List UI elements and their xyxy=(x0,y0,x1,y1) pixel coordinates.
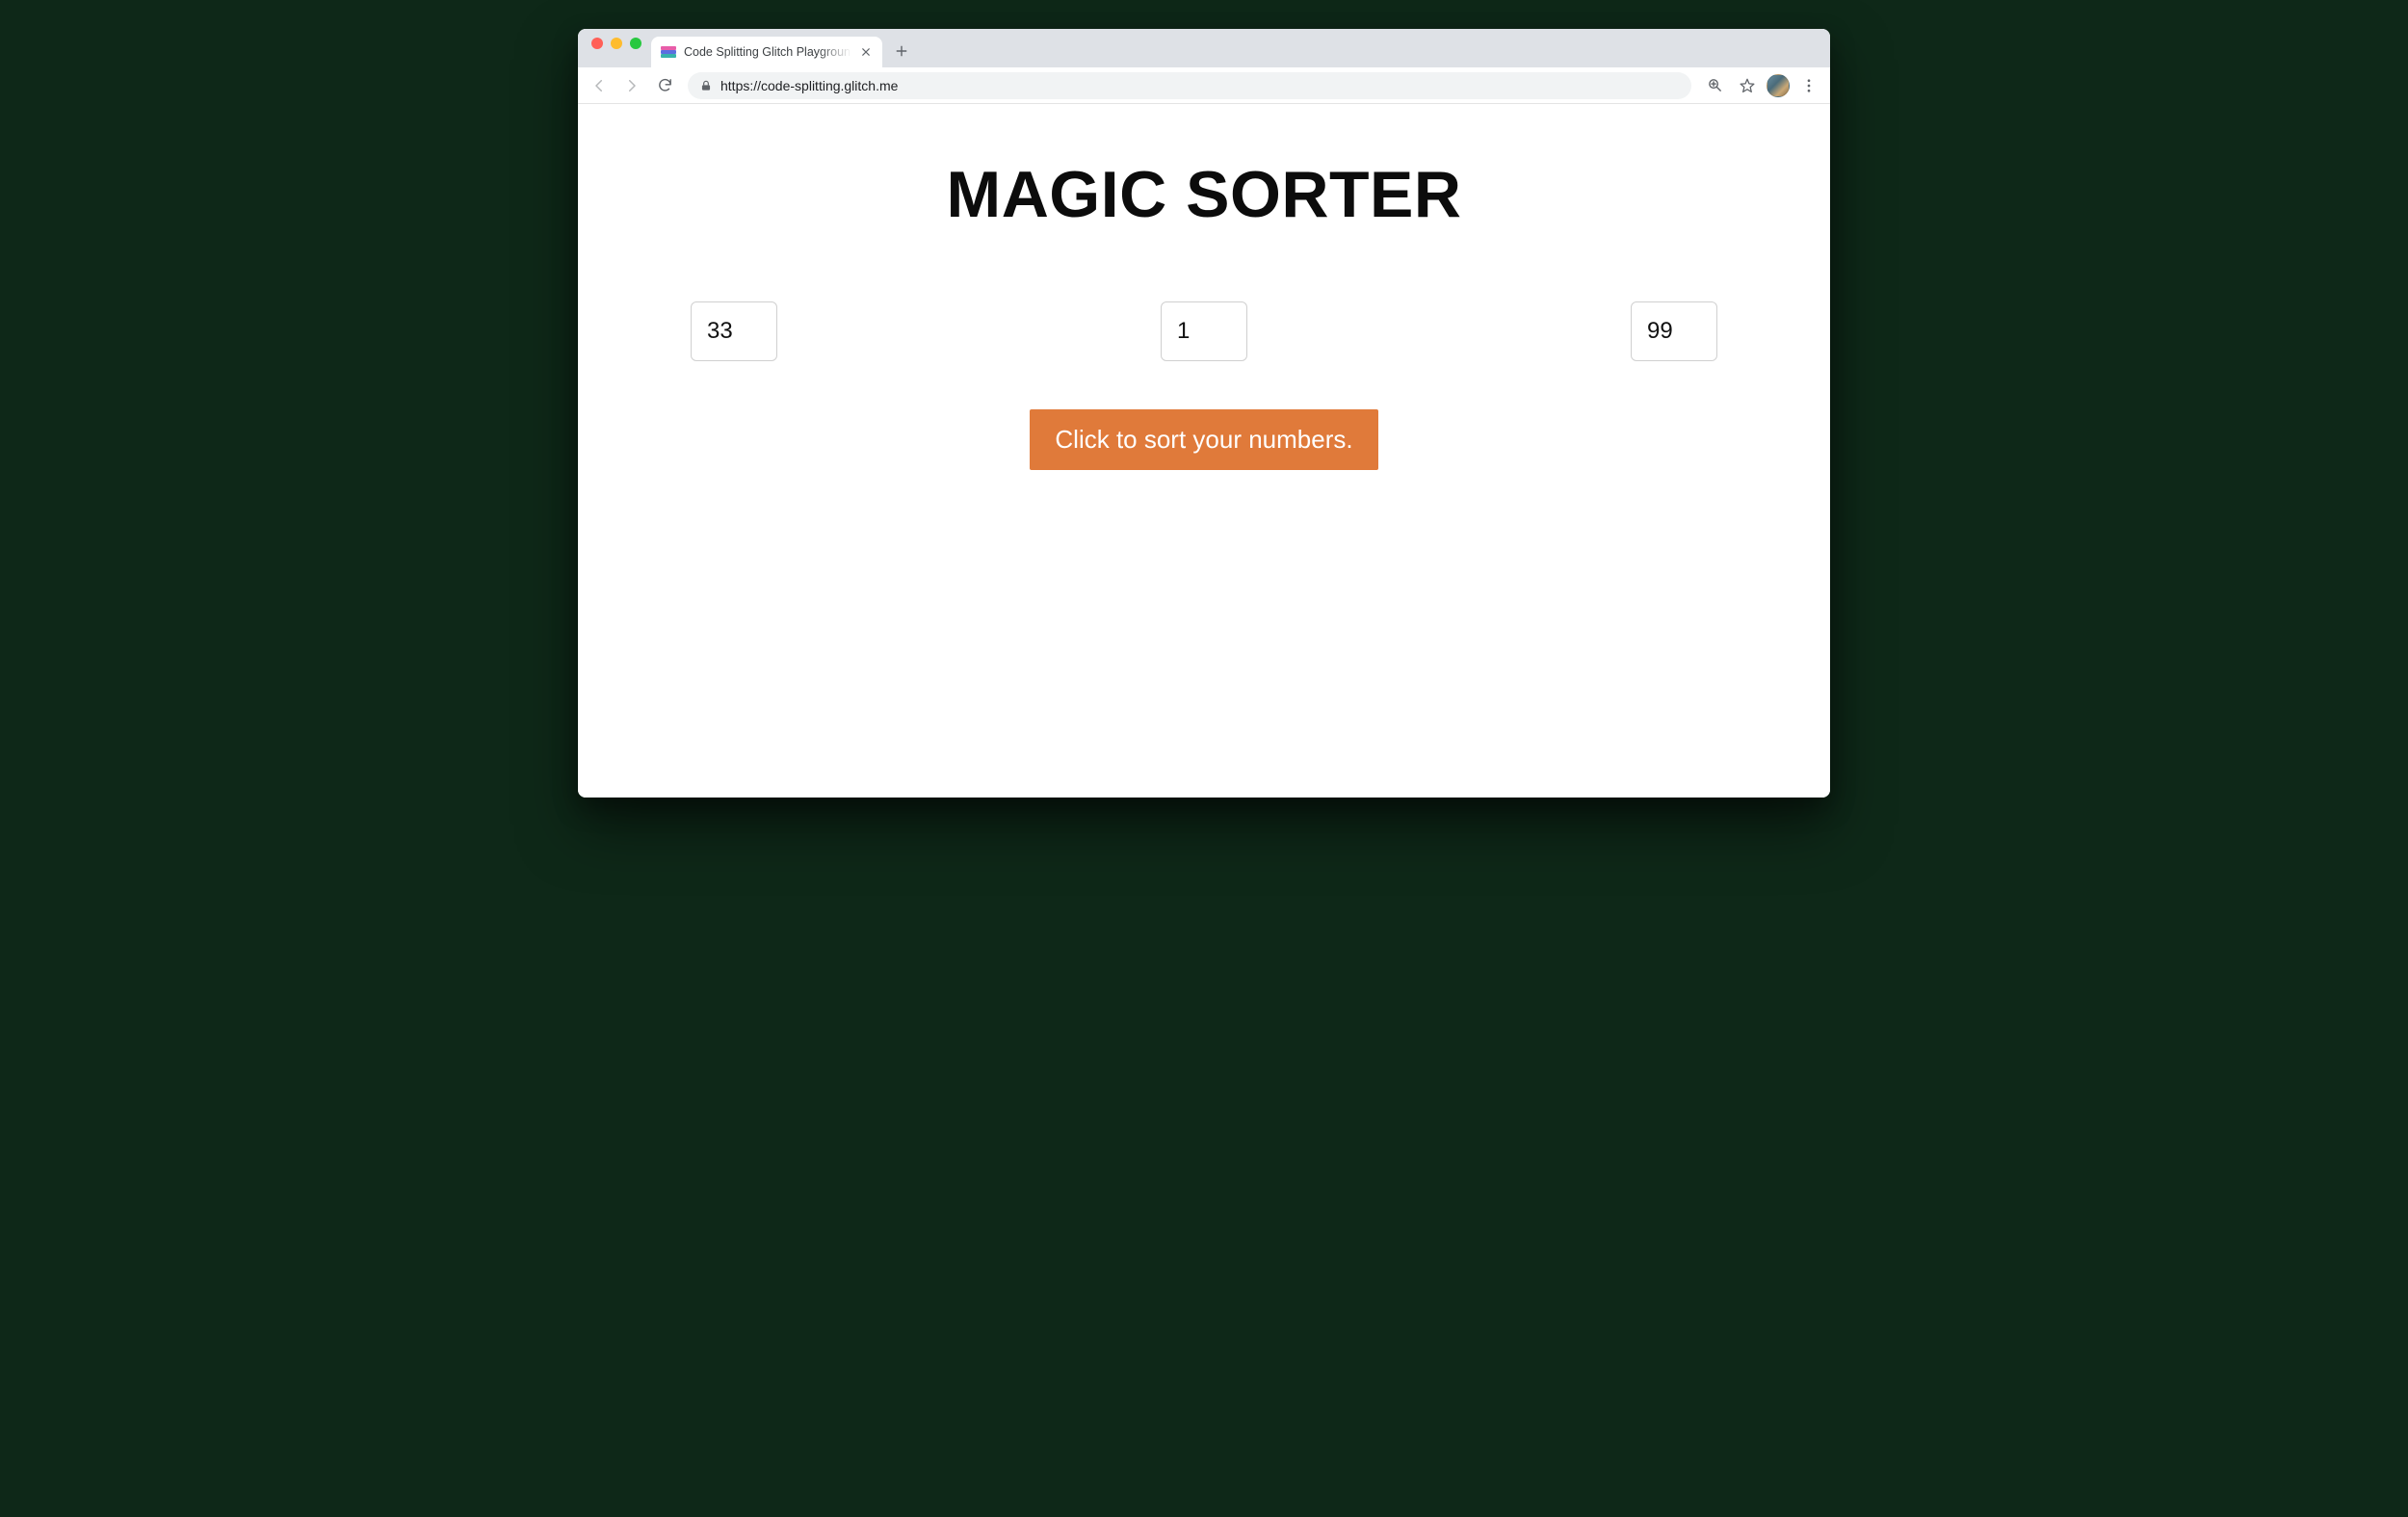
number-inputs-row xyxy=(691,301,1717,361)
back-button[interactable] xyxy=(586,72,613,99)
window-close-button[interactable] xyxy=(591,38,603,49)
bookmark-button[interactable] xyxy=(1734,72,1761,99)
forward-button[interactable] xyxy=(618,72,645,99)
number-input-1[interactable] xyxy=(691,301,777,361)
sort-button[interactable]: Click to sort your numbers. xyxy=(1030,409,1377,470)
tab-close-button[interactable] xyxy=(859,45,873,59)
address-bar[interactable]: https://code-splitting.glitch.me xyxy=(688,72,1691,99)
window-controls xyxy=(586,29,651,67)
page-title: MAGIC SORTER xyxy=(947,157,1462,232)
window-minimize-button[interactable] xyxy=(611,38,622,49)
tab-title: Code Splitting Glitch Playground xyxy=(684,45,851,59)
profile-avatar[interactable] xyxy=(1767,74,1790,97)
number-input-2[interactable] xyxy=(1161,301,1247,361)
tab-strip: Code Splitting Glitch Playground xyxy=(578,29,1830,67)
url-text: https://code-splitting.glitch.me xyxy=(720,78,1680,93)
menu-button[interactable] xyxy=(1795,72,1822,99)
browser-window: Code Splitting Glitch Playground https:/… xyxy=(578,29,1830,798)
window-maximize-button[interactable] xyxy=(630,38,641,49)
number-input-3[interactable] xyxy=(1631,301,1717,361)
browser-tab[interactable]: Code Splitting Glitch Playground xyxy=(651,37,882,67)
browser-toolbar: https://code-splitting.glitch.me xyxy=(578,67,1830,104)
reload-button[interactable] xyxy=(651,72,678,99)
zoom-button[interactable] xyxy=(1701,72,1728,99)
tab-favicon xyxy=(661,44,676,60)
new-tab-button[interactable] xyxy=(888,38,915,65)
page-viewport: MAGIC SORTER Click to sort your numbers. xyxy=(578,104,1830,798)
lock-icon xyxy=(699,79,713,92)
